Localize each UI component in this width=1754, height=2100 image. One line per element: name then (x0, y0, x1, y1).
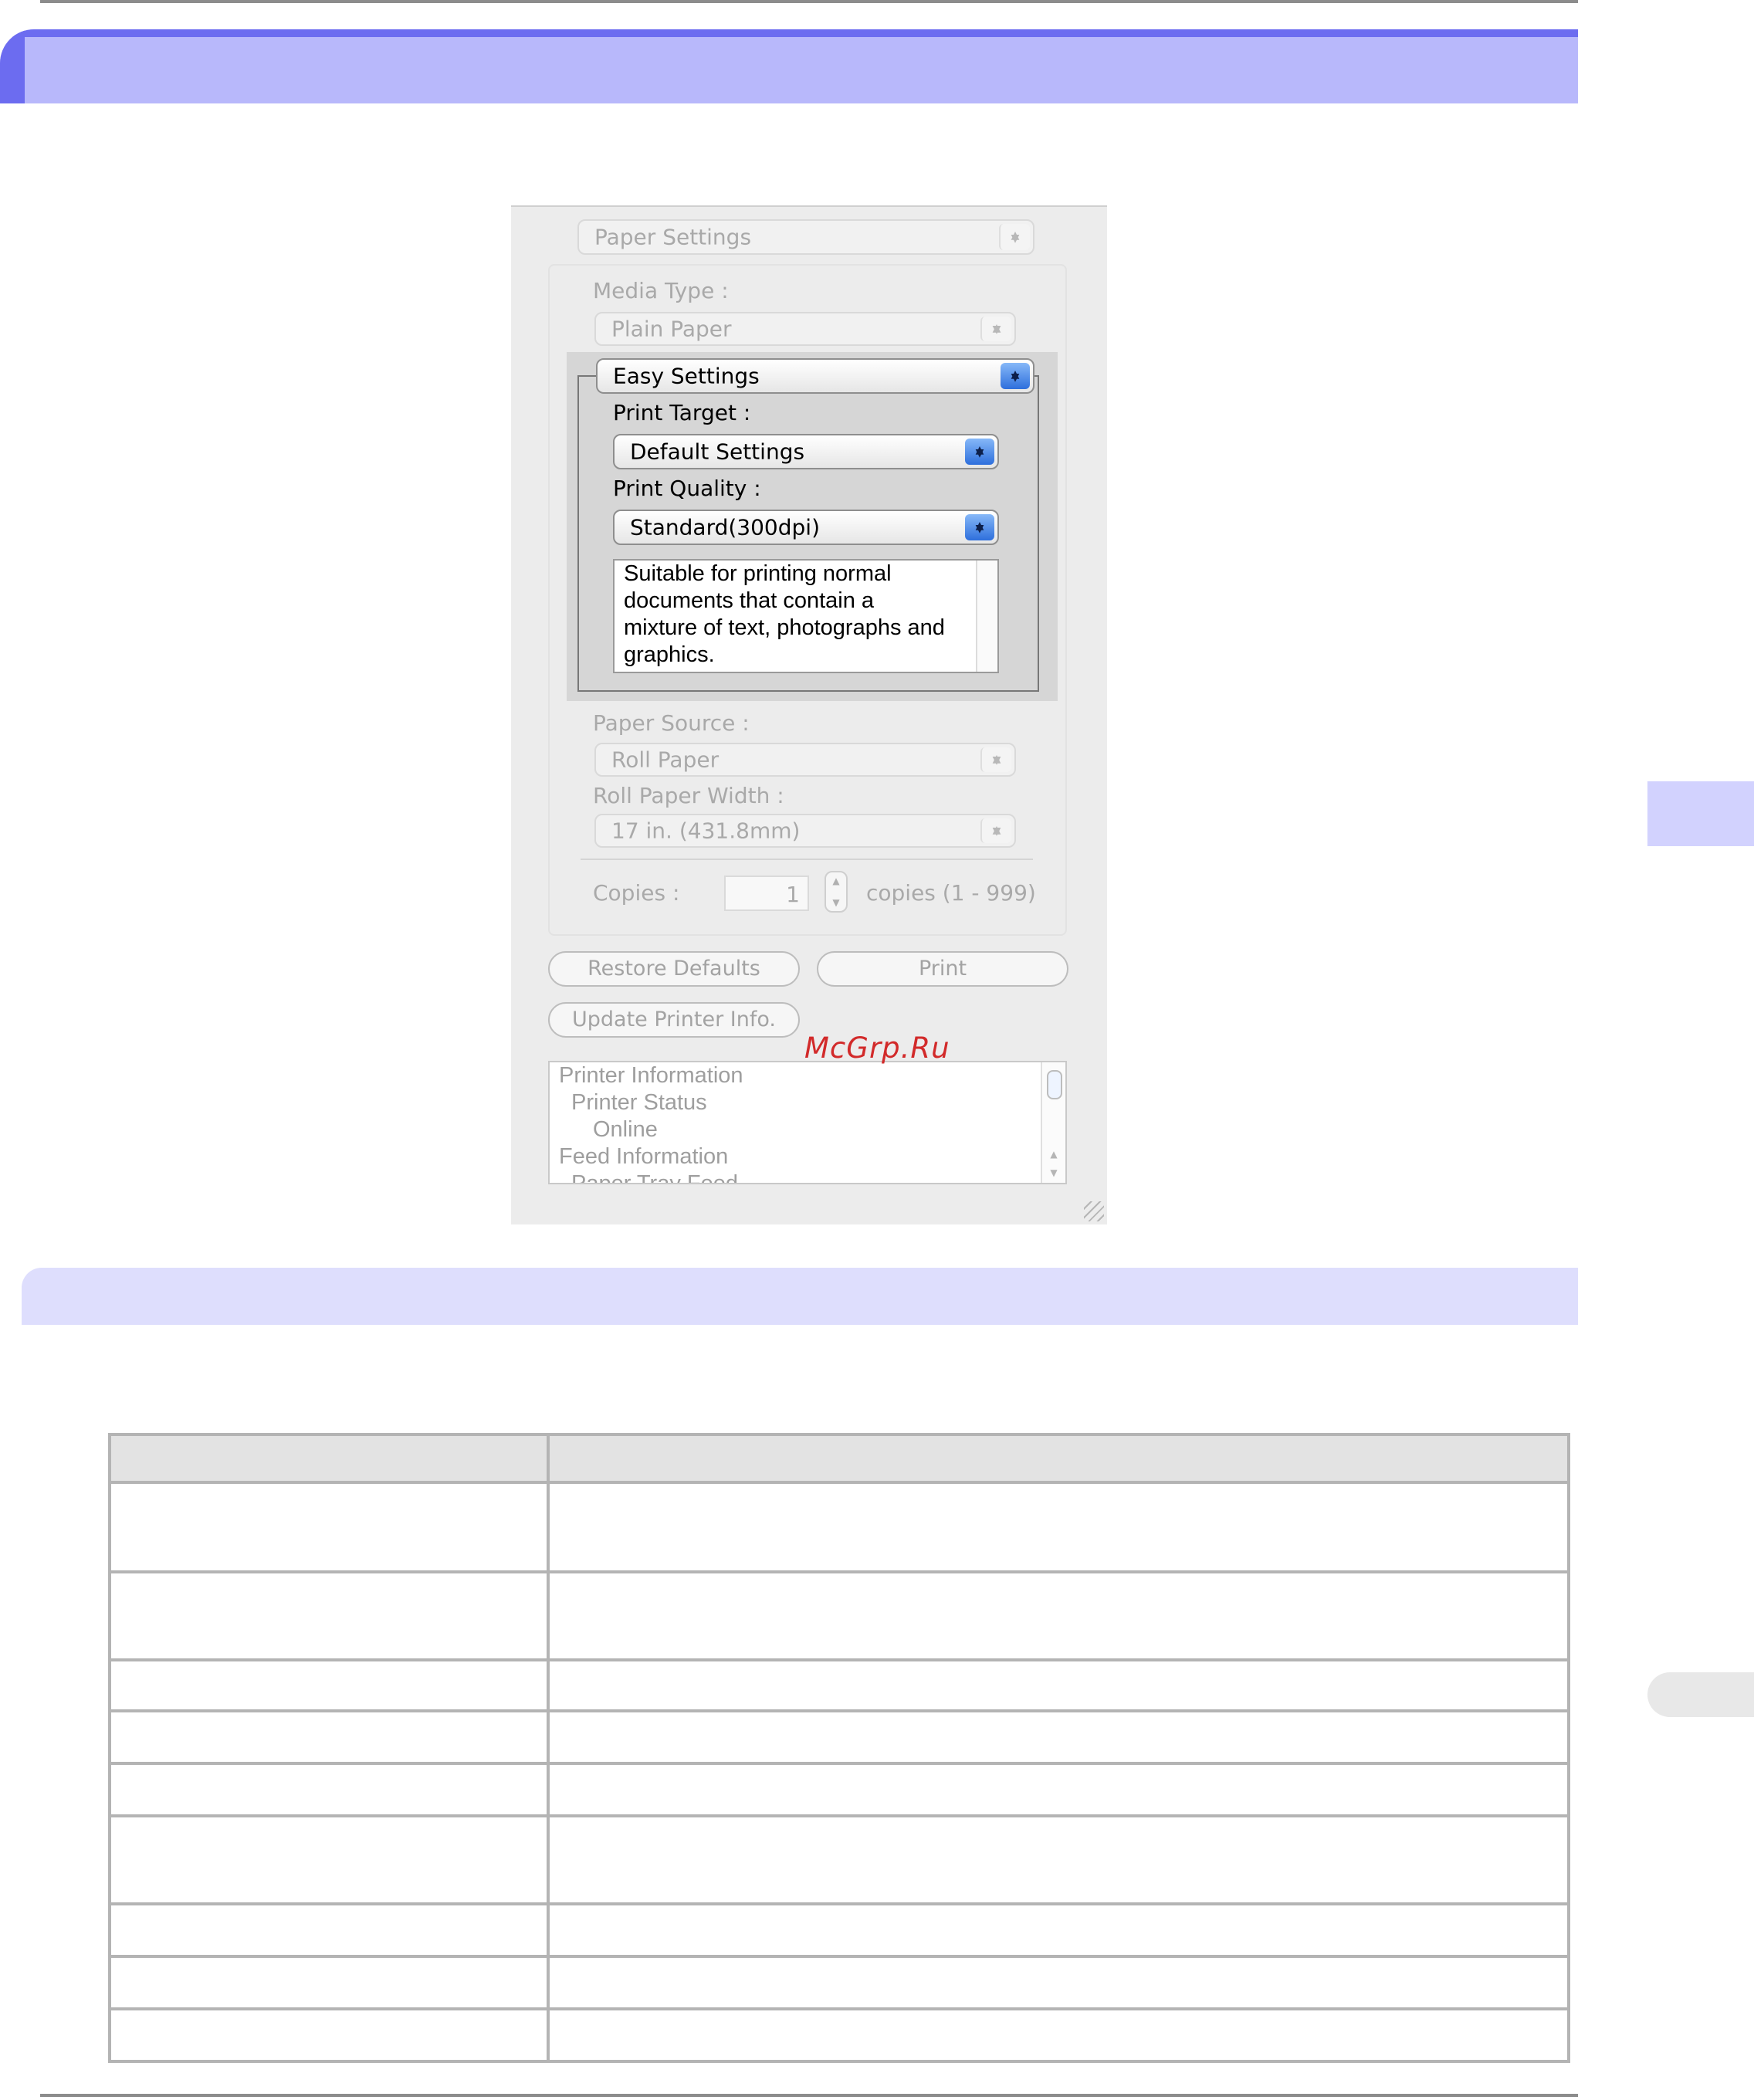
paper-source-select[interactable]: Roll Paper ▲ ▼ (594, 743, 1016, 777)
copies-label: Copies : (593, 880, 680, 906)
print-quality-value: Standard(300dpi) (630, 514, 820, 540)
description-line: Suitable for printing normal (624, 561, 892, 586)
copies-value: 1 (786, 882, 800, 907)
side-tab-current (1647, 781, 1754, 846)
popup-arrows-icon: ▲ ▼ (965, 439, 994, 465)
table-row (108, 2007, 1570, 2063)
table-cell (108, 1658, 550, 1712)
mode-select-value: Easy Settings (613, 363, 760, 389)
description-line: documents that contain a (624, 588, 875, 613)
info-line: Paper Tray Feed (571, 1171, 738, 1184)
print-quality-select[interactable]: Standard(300dpi) ▲ ▼ (613, 510, 999, 545)
table-cell (108, 1762, 550, 1817)
scroll-thumb[interactable] (1047, 1070, 1062, 1099)
info-scrollbar[interactable]: ▲ ▼ (1041, 1062, 1065, 1183)
header-accent (0, 29, 1578, 37)
info-line: Printer Information (559, 1063, 743, 1088)
table-row (108, 1955, 1570, 2010)
quality-description[interactable]: Suitable for printing normal documents t… (613, 559, 999, 673)
table-cell (547, 1902, 1570, 1958)
table-cell (108, 1814, 550, 1905)
page-header-band (0, 29, 1578, 103)
header-accent-left (0, 29, 25, 103)
copies-range: copies (1 - 999) (866, 880, 1036, 906)
stepper-up-icon: ▲ (832, 876, 840, 886)
table-row (108, 1481, 1570, 1573)
paper-source-value: Roll Paper (611, 747, 720, 773)
resize-grip-icon[interactable] (1084, 1201, 1104, 1221)
table-cell (547, 1570, 1570, 1661)
info-line: Online (593, 1117, 658, 1142)
stepper-down-icon: ▼ (832, 897, 840, 908)
description-line: graphics. (624, 642, 715, 667)
roll-width-select[interactable]: 17 in. (431.8mm) ▲ ▼ (594, 814, 1016, 848)
print-settings-dialog: Paper Settings ▲ ▼ Media Type : Plain Pap… (511, 205, 1107, 1224)
table-cell (547, 1709, 1570, 1765)
table-cell (108, 1902, 550, 1958)
watermark: McGrp.Ru (804, 1031, 950, 1065)
table-cell (108, 1955, 550, 2010)
update-printer-info-button[interactable]: Update Printer Info. (548, 1002, 800, 1038)
print-target-select[interactable]: Default Settings ▲ ▼ (613, 434, 999, 469)
media-type-label: Media Type : (593, 278, 729, 303)
table-cell (547, 1481, 1570, 1573)
table-header-cell (108, 1433, 550, 1484)
panel-popup-label: Paper Settings (594, 224, 752, 250)
media-type-select[interactable]: Plain Paper ▲ ▼ (594, 312, 1016, 346)
table-row (108, 1658, 1570, 1712)
table-cell (547, 2007, 1570, 2063)
scroll-down-icon[interactable]: ▼ (1042, 1167, 1065, 1178)
table-row (108, 1762, 1570, 1817)
print-button[interactable]: Print (817, 951, 1068, 987)
table-header-cell (547, 1433, 1570, 1484)
popup-arrows-icon: ▲ ▼ (980, 747, 1011, 772)
table-cell (108, 2007, 550, 2063)
popup-arrows-icon: ▲ ▼ (980, 818, 1011, 843)
table-row (108, 1814, 1570, 1905)
divider (581, 859, 1033, 860)
roll-width-value: 17 in. (431.8mm) (611, 818, 801, 844)
side-tab-index (1647, 1672, 1754, 1717)
table-cell (547, 1658, 1570, 1712)
table-cell (547, 1955, 1570, 2010)
bottom-rule (40, 2094, 1578, 2097)
mode-select[interactable]: Easy Settings ▲ ▼ (596, 358, 1034, 394)
info-line: Printer Status (571, 1090, 707, 1115)
section-header-band (22, 1268, 1578, 1325)
print-target-value: Default Settings (630, 439, 805, 465)
table-cell (108, 1570, 550, 1661)
table-header-row (108, 1433, 1570, 1484)
table-row (108, 1902, 1570, 1958)
table-cell (108, 1481, 550, 1573)
paper-source-label: Paper Source : (593, 710, 750, 736)
print-target-label: Print Target : (613, 400, 751, 425)
info-line: Feed Information (559, 1144, 729, 1169)
roll-width-label: Roll Paper Width : (593, 783, 784, 808)
scroll-up-icon[interactable]: ▲ (1042, 1149, 1065, 1160)
table-cell (547, 1762, 1570, 1817)
description-line: mixture of text, photographs and (624, 615, 945, 640)
print-quality-label: Print Quality : (613, 476, 761, 501)
printer-info-list[interactable]: Printer Information Printer Status Onlin… (548, 1061, 1067, 1184)
popup-arrows-icon: ▲ ▼ (980, 317, 1011, 341)
copies-stepper[interactable]: ▲ ▼ (825, 871, 848, 913)
copies-field[interactable]: 1 (724, 876, 809, 911)
panel-popup[interactable]: Paper Settings ▲ ▼ (577, 219, 1034, 255)
popup-arrows-icon: ▲ ▼ (999, 224, 1030, 250)
description-scrollbar[interactable] (976, 561, 997, 672)
table-row (108, 1570, 1570, 1661)
table-cell (547, 1814, 1570, 1905)
table-cell (108, 1709, 550, 1765)
media-type-value: Plain Paper (611, 316, 732, 342)
popup-arrows-icon: ▲ ▼ (1001, 363, 1030, 389)
top-rule (40, 0, 1578, 3)
popup-arrows-icon: ▲ ▼ (965, 514, 994, 540)
restore-defaults-button[interactable]: Restore Defaults (548, 951, 800, 987)
settings-table (108, 1433, 1570, 2063)
table-row (108, 1709, 1570, 1765)
